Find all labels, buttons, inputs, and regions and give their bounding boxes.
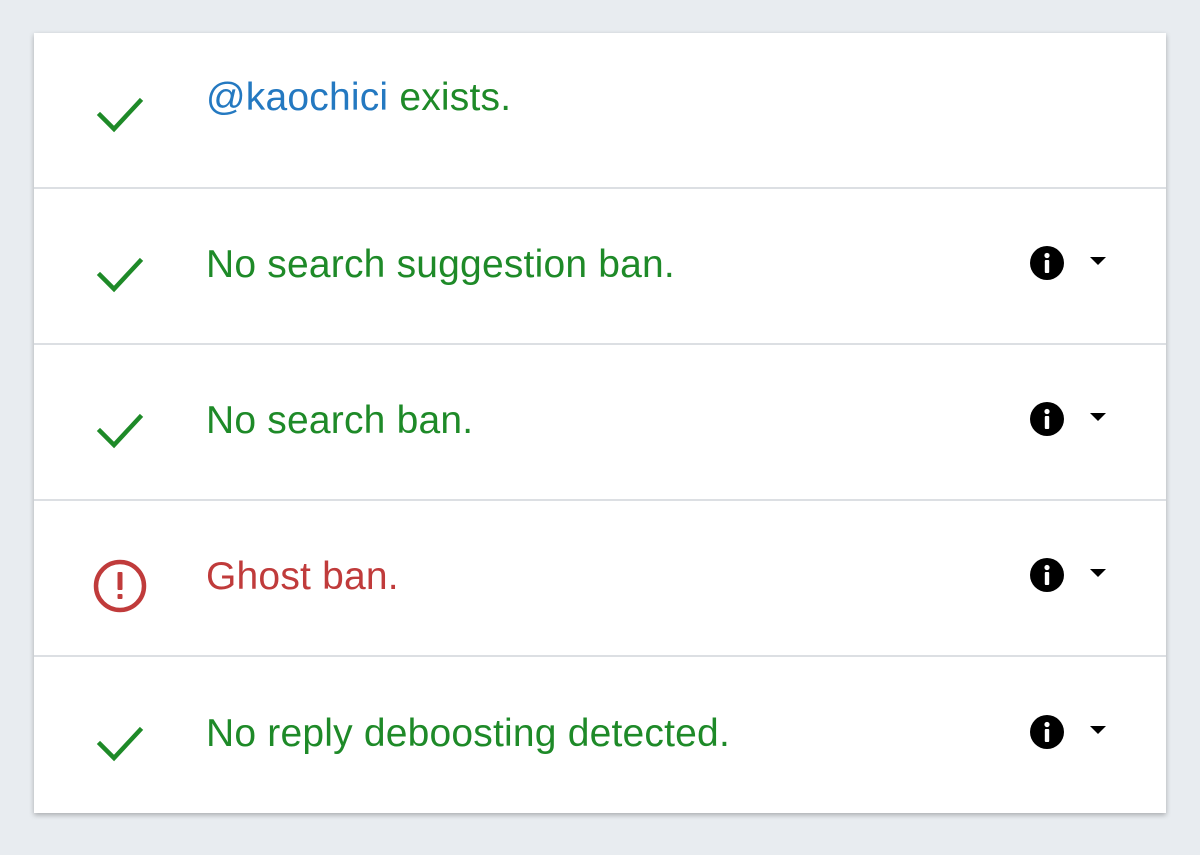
results-card: @kaochici exists. No search suggestion b…	[34, 33, 1166, 813]
details-toggle[interactable]	[1030, 243, 1120, 283]
result-text: exists.	[399, 76, 512, 120]
chevron-down-icon[interactable]	[1090, 726, 1106, 736]
chevron-down-icon[interactable]	[1090, 257, 1106, 267]
details-toggle[interactable]	[1030, 399, 1120, 439]
details-toggle[interactable]	[1030, 555, 1120, 595]
account-handle-link[interactable]: @kaochici	[206, 76, 388, 119]
result-label: @kaochici exists.	[206, 76, 511, 120]
checkmark-icon	[90, 84, 150, 144]
alert-circle-icon	[90, 556, 150, 616]
details-toggle[interactable]	[1030, 712, 1120, 752]
checkmark-icon	[90, 713, 150, 773]
info-icon[interactable]	[1030, 558, 1064, 592]
result-row-account-exists: @kaochici exists.	[34, 33, 1166, 189]
checkmark-icon	[90, 244, 150, 304]
chevron-down-icon[interactable]	[1090, 413, 1106, 423]
result-row-search-suggestion-ban: No search suggestion ban.	[34, 189, 1166, 345]
info-icon[interactable]	[1030, 715, 1064, 749]
info-icon[interactable]	[1030, 246, 1064, 280]
result-text: Ghost ban.	[206, 555, 399, 599]
result-row-ghost-ban: Ghost ban.	[34, 501, 1166, 657]
checkmark-icon	[90, 400, 150, 460]
chevron-down-icon[interactable]	[1090, 569, 1106, 579]
result-text: No search ban.	[206, 399, 474, 443]
info-icon[interactable]	[1030, 402, 1064, 436]
result-row-reply-deboosting: No reply deboosting detected.	[34, 657, 1166, 813]
result-text: No reply deboosting detected.	[206, 712, 730, 756]
result-text: No search suggestion ban.	[206, 243, 675, 287]
result-row-search-ban: No search ban.	[34, 345, 1166, 501]
